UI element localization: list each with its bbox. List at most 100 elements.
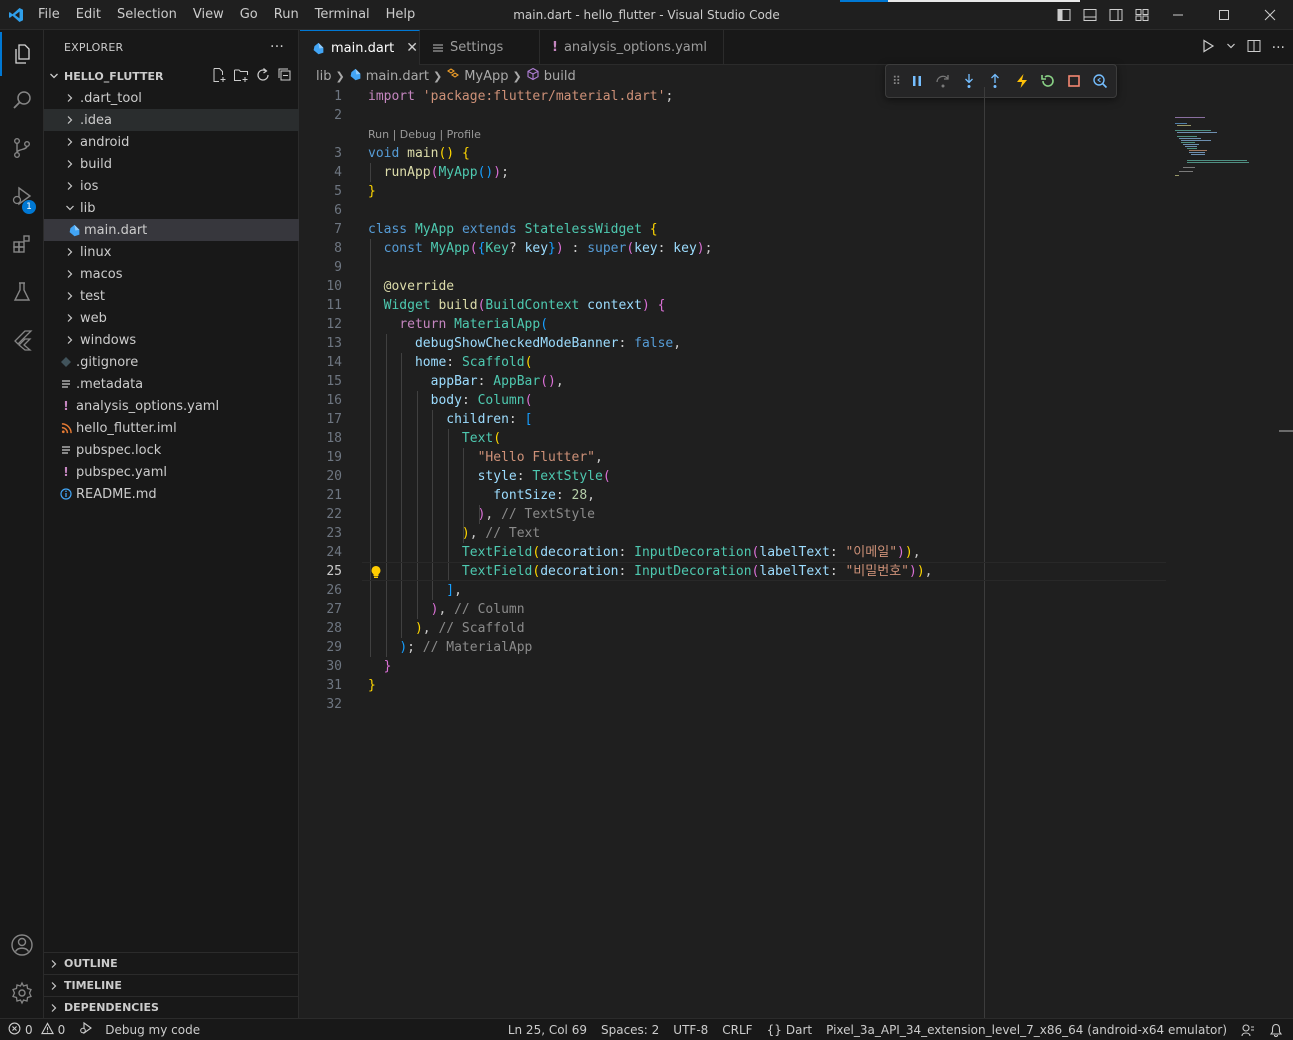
tree-item-build[interactable]: build [44, 153, 299, 175]
split-editor-icon[interactable] [1246, 38, 1262, 58]
run-debug-icon[interactable]: 1 [0, 174, 44, 218]
chevron-right-icon: ❯ [335, 69, 345, 83]
activity-bar: 1 [0, 30, 44, 1018]
line-number: 7 [334, 222, 342, 237]
breadcrumb-class[interactable]: MyApp [446, 67, 509, 85]
tree-item-dart-tool[interactable]: .dart_tool [44, 87, 299, 109]
tab-analysis-options[interactable]: ! analysis_options.yaml [540, 30, 724, 65]
project-section-header[interactable]: HELLO_FLUTTER [44, 65, 299, 87]
menu-file[interactable]: File [30, 0, 68, 30]
title-bar: File Edit Selection View Go Run Terminal… [0, 0, 1293, 30]
tree-item-analysis-options[interactable]: ! analysis_options.yaml [44, 395, 299, 417]
more-actions-icon[interactable]: ··· [270, 39, 284, 55]
indentation[interactable]: Spaces: 2 [601, 1023, 659, 1037]
tree-item-test[interactable]: test [44, 285, 299, 307]
chevron-right-icon: ❯ [432, 69, 443, 83]
minimize-icon[interactable] [1155, 0, 1201, 30]
tree-item-idea[interactable]: .idea [44, 109, 299, 131]
file-tree: .dart_tool .idea android build ios lib m… [44, 87, 299, 505]
line-endings[interactable]: CRLF [722, 1023, 752, 1037]
tab-settings[interactable]: Settings [420, 30, 540, 65]
menu-go[interactable]: Go [232, 0, 266, 30]
tree-item-linux[interactable]: linux [44, 241, 299, 263]
new-file-icon[interactable] [211, 67, 227, 86]
menu-view[interactable]: View [185, 0, 232, 30]
tree-item-web[interactable]: web [44, 307, 299, 329]
collapse-all-icon[interactable] [277, 67, 293, 86]
explorer-icon[interactable] [0, 32, 44, 76]
encoding[interactable]: UTF-8 [673, 1023, 708, 1037]
tree-item-ios[interactable]: ios [44, 175, 299, 197]
rss-icon [58, 422, 74, 434]
codelens-run-debug-profile[interactable]: Run | Debug | Profile [368, 125, 481, 144]
toggle-panel-icon[interactable] [1077, 0, 1103, 30]
chevron-down-icon[interactable] [1226, 40, 1236, 55]
chevron-right-icon [62, 247, 78, 257]
language-mode[interactable]: {} Dart [767, 1023, 813, 1037]
tree-item-iml[interactable]: hello_flutter.iml [44, 417, 299, 439]
tree-item-metadata[interactable]: .metadata [44, 373, 299, 395]
tree-item-gitignore[interactable]: .gitignore [44, 351, 299, 373]
maximize-icon[interactable] [1201, 0, 1247, 30]
close-window-icon[interactable] [1247, 0, 1293, 30]
status-bar: 0 0 Debug my code Ln 25, Col 69 Spaces: … [0, 1018, 1293, 1040]
tree-item-main-dart[interactable]: main.dart [44, 219, 299, 241]
new-folder-icon[interactable] [233, 67, 249, 86]
tree-item-lib[interactable]: lib [44, 197, 299, 219]
tree-item-android[interactable]: android [44, 131, 299, 153]
breadcrumb-method[interactable]: build [526, 67, 576, 85]
tree-item-readme[interactable]: README.md [44, 483, 299, 505]
menu-selection[interactable]: Selection [109, 0, 185, 30]
menu-edit[interactable]: Edit [68, 0, 109, 30]
menu-bar: File Edit Selection View Go Run Terminal… [30, 0, 423, 30]
toggle-primary-sidebar-icon[interactable] [1051, 0, 1077, 30]
braces-icon: {} [766, 1023, 782, 1037]
tree-item-windows[interactable]: windows [44, 329, 299, 351]
menu-help[interactable]: Help [378, 0, 424, 30]
timeline-section[interactable]: TIMELINE [44, 974, 299, 996]
device-selector[interactable]: Pixel_3a_API_34_extension_level_7_x86_64… [826, 1023, 1227, 1037]
line-number: 32 [326, 697, 342, 712]
more-actions-icon[interactable]: ··· [1272, 40, 1285, 56]
settings-gear-icon[interactable] [0, 971, 44, 1015]
source-control-icon[interactable] [0, 126, 44, 170]
scrollbar-cursor-marker [1279, 430, 1293, 432]
flutter-icon[interactable] [0, 318, 44, 362]
tree-item-pubspec-lock[interactable]: pubspec.lock [44, 439, 299, 461]
search-icon[interactable] [0, 78, 44, 122]
accounts-icon[interactable] [0, 923, 44, 967]
notifications-bell-icon[interactable] [1269, 1023, 1283, 1037]
code-editor[interactable]: 1 import 'package:flutter/material.dart';… [300, 87, 1293, 1018]
debug-launch-indicator[interactable]: Debug my code [79, 1021, 200, 1038]
feedback-icon[interactable] [1241, 1023, 1255, 1037]
line-number: 19 [326, 450, 342, 465]
line-number: 27 [326, 602, 342, 617]
method-symbol-icon [526, 67, 540, 85]
line-number: 28 [326, 621, 342, 636]
menu-terminal[interactable]: Terminal [307, 0, 378, 30]
line-number: 31 [326, 678, 342, 693]
extensions-icon[interactable] [0, 222, 44, 266]
cursor-position[interactable]: Ln 25, Col 69 [508, 1023, 587, 1037]
toggle-secondary-sidebar-icon[interactable] [1103, 0, 1129, 30]
menu-run[interactable]: Run [266, 0, 307, 30]
problems-indicator[interactable]: 0 0 [8, 1021, 65, 1038]
close-tab-icon[interactable]: ✕ [406, 40, 418, 56]
line-number: 6 [334, 203, 342, 218]
tree-item-pubspec-yaml[interactable]: ! pubspec.yaml [44, 461, 299, 483]
lightbulb-icon[interactable] [370, 562, 384, 581]
chevron-right-icon [62, 313, 78, 323]
customize-layout-icon[interactable] [1129, 0, 1155, 30]
breadcrumb-file[interactable]: main.dart [349, 68, 429, 85]
class-symbol-icon [446, 67, 460, 85]
outline-section[interactable]: OUTLINE [44, 952, 299, 974]
testing-icon[interactable] [0, 270, 44, 314]
tree-item-macos[interactable]: macos [44, 263, 299, 285]
tab-main-dart[interactable]: main.dart ✕ [300, 30, 420, 65]
breadcrumb-folder[interactable]: lib [316, 69, 331, 84]
run-file-icon[interactable] [1200, 38, 1216, 58]
chevron-right-icon [62, 335, 78, 345]
minimap[interactable] [1173, 115, 1253, 185]
refresh-icon[interactable] [255, 67, 271, 86]
dependencies-section[interactable]: DEPENDENCIES [44, 996, 299, 1018]
